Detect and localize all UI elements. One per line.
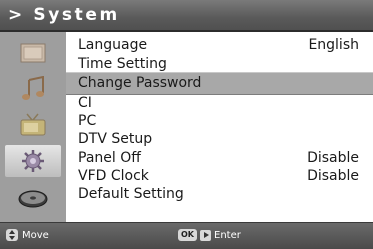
move-label: Move xyxy=(22,229,49,241)
system-icon[interactable] xyxy=(5,145,61,177)
menu-item-label: Language xyxy=(78,37,148,53)
menu-item-label: DTV Setup xyxy=(78,131,153,147)
ok-key-icon: OK xyxy=(178,229,197,241)
menu-item-value: Disable xyxy=(307,168,359,184)
menu-item-language[interactable]: Language English xyxy=(66,35,373,56)
page-title: > System xyxy=(8,5,120,25)
tv-icon[interactable] xyxy=(8,112,58,138)
help-bar: Move OK Enter xyxy=(0,222,373,249)
menu-item-label: Panel Off xyxy=(78,150,141,166)
category-sidebar xyxy=(0,32,67,222)
system-menu-screen: > System Language English Time Setting C… xyxy=(0,0,373,249)
enter-hint: OK Enter xyxy=(178,229,241,241)
menu-item-label: Default Setting xyxy=(78,186,184,202)
menu-item-label: Change Password xyxy=(78,75,202,91)
menu-item-label: PC xyxy=(78,113,97,129)
menu-item-label: VFD Clock xyxy=(78,168,149,184)
menu-item-value: English xyxy=(308,37,359,53)
disc-icon[interactable] xyxy=(8,185,58,211)
up-down-icon xyxy=(6,229,18,241)
menu-item-dtv-setup[interactable]: DTV Setup xyxy=(66,129,373,150)
title-bar: > System xyxy=(0,0,373,33)
settings-list: Language English Time Setting Change Pas… xyxy=(66,32,373,222)
move-hint: Move xyxy=(6,229,49,241)
menu-item-label: CI xyxy=(78,95,92,111)
menu-item-default-setting[interactable]: Default Setting xyxy=(66,184,373,205)
menu-item-label: Time Setting xyxy=(78,56,167,72)
right-arrow-icon xyxy=(200,229,211,241)
enter-label: Enter xyxy=(214,229,241,241)
music-icon[interactable] xyxy=(8,76,58,102)
screen-icon[interactable] xyxy=(8,40,58,66)
menu-item-change-password[interactable]: Change Password xyxy=(66,72,373,95)
menu-item-value: Disable xyxy=(307,150,359,166)
